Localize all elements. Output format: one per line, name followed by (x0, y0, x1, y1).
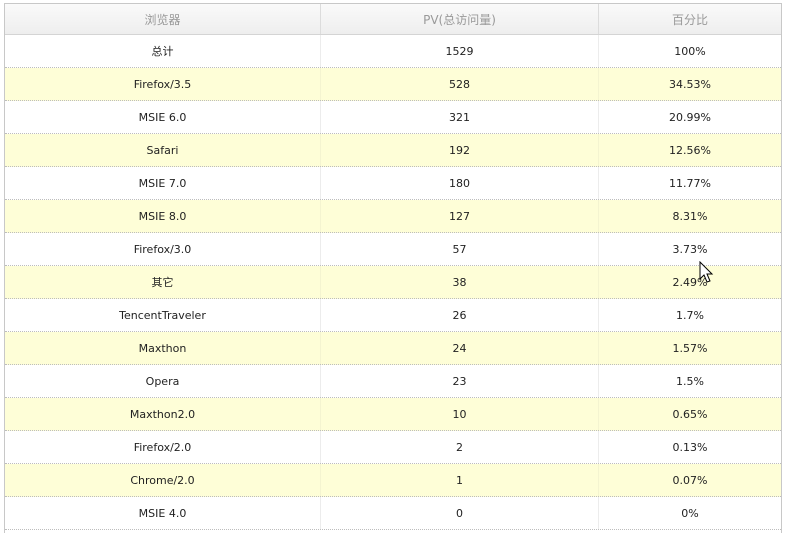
cell-percent: 34.53% (669, 77, 711, 91)
cell-pv: 26 (321, 299, 599, 331)
table-row: MSIE 8.0 127 8.31% (5, 200, 781, 233)
table-row: Firefox/3.5 528 34.53% (5, 68, 781, 101)
table-row: MSIE 4.0 0 0% (5, 497, 781, 530)
cell-percent: 20.99% (669, 110, 711, 124)
cell-percent: 0% (681, 506, 699, 520)
header-browser[interactable]: 浏览器 (5, 4, 321, 34)
table-row: Firefox/3.0 57 3.73% (5, 233, 781, 266)
table-row: 总计 1529 100% (5, 35, 781, 68)
cell-browser: Firefox/3.0 (5, 233, 321, 265)
table-row: Firefox/2.0 2 0.13% (5, 431, 781, 464)
cell-pv: 127 (321, 200, 599, 232)
cell-browser: MSIE 4.0 (5, 497, 321, 529)
cell-browser: Maxthon (5, 332, 321, 364)
table-row: Opera 23 1.5% (5, 365, 781, 398)
cell-pv: 38 (321, 266, 599, 298)
cell-browser: MSIE 7.0 (5, 167, 321, 199)
table-row: MSIE 6.0 321 20.99% (5, 101, 781, 134)
table-row: Safari 192 12.56% (5, 134, 781, 167)
cell-browser: Firefox/2.0 (5, 431, 321, 463)
cell-percent: 0.07% (672, 473, 708, 487)
cell-browser: Safari (5, 134, 321, 166)
cell-percent: 8.31% (672, 209, 708, 223)
cell-percent: 11.77% (669, 176, 711, 190)
header-percent[interactable]: 百分比 (599, 4, 781, 34)
cell-browser: 其它 (5, 266, 321, 298)
table-row: 其它 38 2.49% (5, 266, 781, 299)
cell-percent: 1.57% (672, 341, 708, 355)
cell-percent: 12.56% (669, 143, 711, 157)
cell-pv: 180 (321, 167, 599, 199)
header-pv[interactable]: PV(总访问量) (321, 4, 599, 34)
cell-pv: 1529 (321, 35, 599, 67)
cell-browser: Opera (5, 365, 321, 397)
cell-pv: 2 (321, 431, 599, 463)
cell-pv: 192 (321, 134, 599, 166)
cell-percent: 3.73% (672, 242, 708, 256)
cell-browser: TencentTraveler (5, 299, 321, 331)
cell-pv: 0 (321, 497, 599, 529)
table-row: TencentTraveler 26 1.7% (5, 299, 781, 332)
cell-browser: MSIE 8.0 (5, 200, 321, 232)
table-body: 总计 1529 100% Firefox/3.5 528 34.53% MSIE 6.0 32… (5, 35, 781, 530)
cell-pv: 528 (321, 68, 599, 100)
table-row: Maxthon2.0 10 0.65% (5, 398, 781, 431)
table-header: 浏览器 PV(总访问量) 百分比 (5, 4, 781, 35)
cell-percent: 0.13% (672, 440, 708, 454)
table-row: Maxthon 24 1.57% (5, 332, 781, 365)
cell-pv: 57 (321, 233, 599, 265)
cell-browser: Chrome/2.0 (5, 464, 321, 496)
cell-pv: 10 (321, 398, 599, 430)
cell-browser: Maxthon2.0 (5, 398, 321, 430)
cell-percent: 1.5% (676, 374, 704, 388)
cell-browser: MSIE 6.0 (5, 101, 321, 133)
table-row: MSIE 7.0 180 11.77% (5, 167, 781, 200)
cell-browser: 总计 (5, 35, 321, 67)
cell-percent: 1.7% (676, 308, 704, 322)
cell-browser: Firefox/3.5 (5, 68, 321, 100)
cell-pv: 23 (321, 365, 599, 397)
cell-percent: 0.65% (672, 407, 708, 421)
browser-stats-table: 浏览器 PV(总访问量) 百分比 总计 1529 100% Firefox/3.5 52… (4, 3, 782, 533)
cell-pv: 24 (321, 332, 599, 364)
cell-pv: 1 (321, 464, 599, 496)
cell-percent: 100% (674, 44, 706, 58)
cell-percent: 2.49% (672, 275, 708, 289)
cell-pv: 321 (321, 101, 599, 133)
table-row: Chrome/2.0 1 0.07% (5, 464, 781, 497)
